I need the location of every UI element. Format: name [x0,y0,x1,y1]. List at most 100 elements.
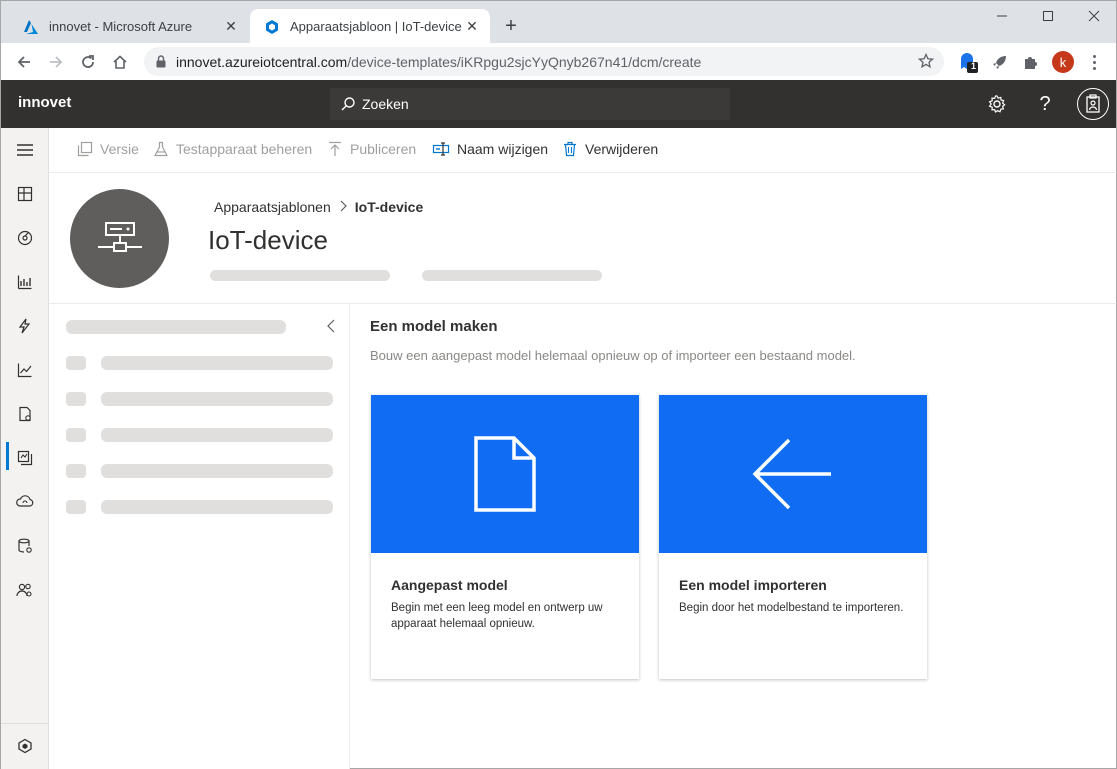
delete-label: Verwijderen [585,141,659,157]
data-export-icon[interactable] [1,482,49,522]
arrow-left-icon [752,438,831,510]
loading-placeholder [66,356,86,370]
copy-icon [77,141,93,157]
device-groups-icon[interactable] [1,262,49,302]
tab-title: innovet - Microsoft Azure [49,19,193,34]
jobs-icon[interactable] [1,394,49,434]
close-icon[interactable]: ✕ [221,17,241,37]
maximize-button[interactable] [1025,1,1071,31]
url-path: /device-templates/iKRpgu2sjcYyQnyb267n41… [347,53,702,70]
flask-icon [153,141,169,157]
loading-placeholder [101,428,333,442]
close-icon[interactable]: ✕ [462,17,482,37]
loading-placeholder [66,428,86,442]
loading-placeholder [66,320,286,334]
create-model-section: Een model maken Bouw een aangepast model… [350,304,1117,769]
browser-tab-device-template[interactable]: Apparaatsjabloon | IoT-device, in ✕ [250,9,490,44]
custom-model-card[interactable]: Aangepast model Begin met een leeg model… [371,395,639,679]
settings-gear-icon[interactable] [985,92,1009,116]
command-bar: Versie Testapparaat beheren Publiceren N… [49,128,1117,173]
loading-placeholder [210,270,390,281]
loading-placeholder [101,356,333,370]
forward-button[interactable] [42,48,70,76]
left-navigation-rail [0,128,49,769]
network-device-icon [97,221,142,252]
section-subtitle: Bouw een aangepast model helemaal opnieu… [370,348,856,363]
app-brand[interactable]: innovet [18,94,71,111]
back-button[interactable] [10,48,38,76]
help-icon[interactable]: ? [1033,92,1057,116]
loading-placeholder [101,464,333,478]
manage-test-device-button[interactable]: Testapparaat beheren [153,141,312,157]
upload-icon [327,141,343,157]
card-title: Aangepast model [391,577,508,593]
analytics-icon[interactable] [1,350,49,390]
capabilities-panel [49,304,350,769]
url-host: innovet.azureiotcentral.com [176,53,348,70]
reload-button[interactable] [74,48,102,76]
version-button[interactable]: Versie [77,141,139,157]
account-icon[interactable] [1077,88,1109,120]
collapse-panel-icon[interactable] [327,319,335,333]
search-icon [340,96,356,112]
publish-button[interactable]: Publiceren [327,141,416,157]
rocket-icon[interactable] [989,51,1011,73]
loading-placeholder [101,500,333,514]
import-model-card[interactable]: Een model importeren Begin door het mode… [659,395,927,679]
loading-placeholder [66,464,86,478]
loading-placeholder [101,392,333,406]
search-input[interactable]: Zoeken [330,88,730,120]
extensions-puzzle-icon[interactable] [1020,51,1042,73]
app-header: innovet Zoeken ? [0,80,1117,128]
minimize-button[interactable] [979,1,1025,31]
browser-tab-azure[interactable]: innovet - Microsoft Azure ✕ [9,9,249,44]
azure-icon [23,19,39,35]
bookmark-star-icon[interactable] [917,52,935,72]
section-title: Een model maken [370,318,498,335]
devices-icon[interactable] [1,218,49,258]
card-description: Begin door het modelbestand te importere… [679,602,904,614]
browser-tab-bar: innovet - Microsoft Azure ✕ Apparaatsjab… [0,0,1117,44]
profile-avatar[interactable]: k [1052,51,1074,73]
permissions-icon[interactable] [1,570,49,610]
loading-placeholder [66,392,86,406]
home-button[interactable] [106,48,134,76]
close-window-button[interactable] [1071,1,1117,31]
rules-icon[interactable] [1,306,49,346]
delete-button[interactable]: Verwijderen [562,141,658,157]
loading-placeholder [66,500,86,514]
rail-divider [1,723,49,724]
card-banner [659,395,927,553]
card-description: Begin met een leeg model en ontwerp uw a… [391,602,603,630]
chevron-right-icon [339,199,347,215]
trash-icon [562,141,578,157]
iot-central-home-icon[interactable] [1,726,49,766]
new-tab-button[interactable]: + [499,14,523,38]
iot-central-icon [264,19,280,35]
hamburger-menu-icon[interactable] [1,130,49,170]
tab-title: Apparaatsjabloon | IoT-device, in [290,19,462,34]
extension-ghost-icon[interactable]: 1 [957,51,979,73]
loading-placeholder [422,270,602,281]
breadcrumb-device-templates[interactable]: Apparaatsjablonen [214,199,331,215]
administration-icon[interactable] [1,526,49,566]
lock-icon [156,55,166,68]
card-title: Een model importeren [679,577,827,593]
manage-test-device-label: Testapparaat beheren [176,141,313,157]
document-icon [474,436,536,512]
rename-button[interactable]: Naam wijzigen [432,141,548,157]
browser-menu-icon[interactable] [1086,51,1102,73]
publish-label: Publiceren [350,141,417,157]
page-header: Apparaatsjablonen IoT-device IoT-device [49,173,1117,304]
extension-badge: 1 [971,61,977,71]
device-template-avatar [70,189,169,288]
device-templates-icon[interactable] [1,438,49,478]
version-label: Versie [100,141,139,157]
rename-icon [432,141,450,157]
url-input[interactable]: innovet.azureiotcentral.com/device-templ… [144,47,944,76]
card-banner [371,395,639,553]
breadcrumb-current: IoT-device [354,199,424,215]
address-bar: innovet.azureiotcentral.com/device-templ… [0,43,1117,80]
search-placeholder: Zoeken [362,96,409,112]
dashboard-icon[interactable] [1,174,49,214]
